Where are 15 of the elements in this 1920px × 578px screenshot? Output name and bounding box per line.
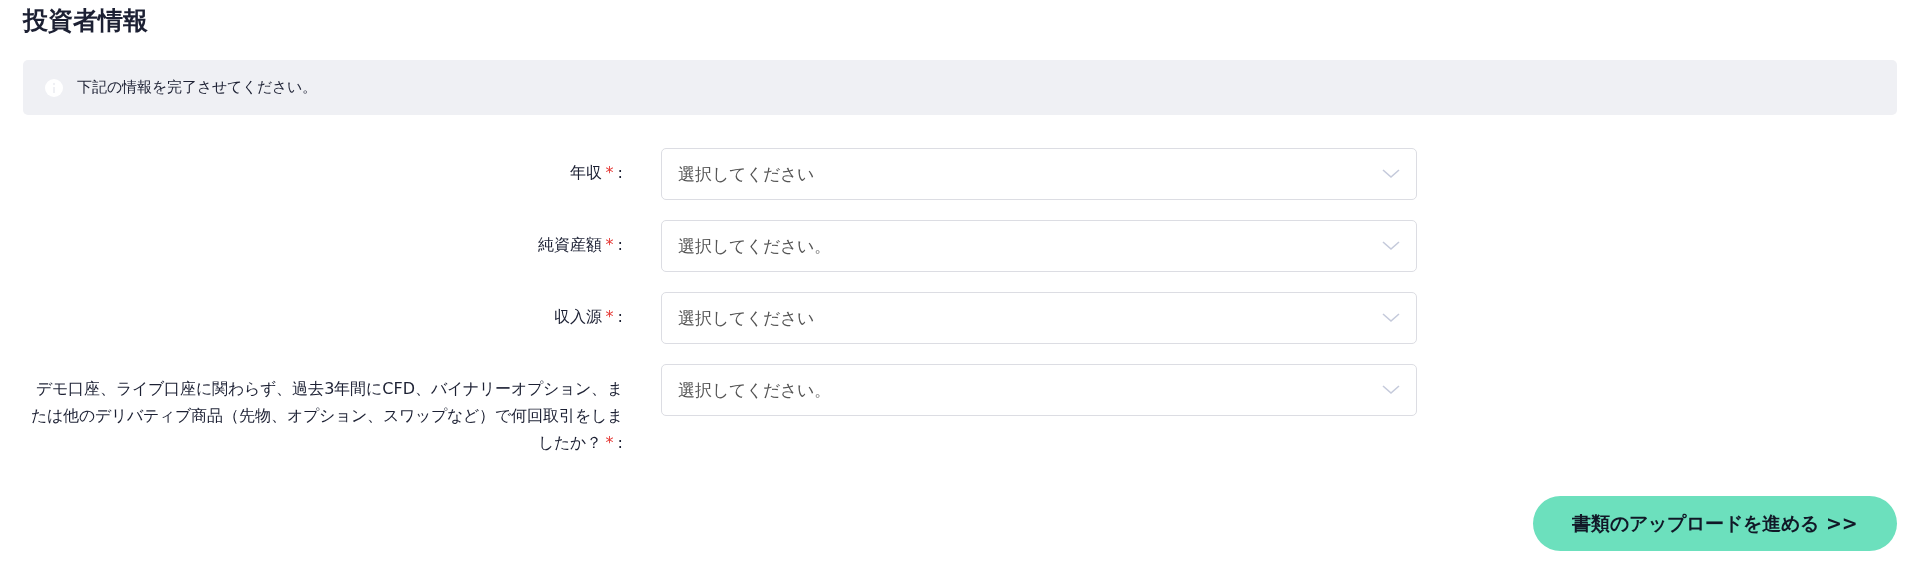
chevron-down-icon bbox=[1382, 385, 1400, 395]
select-field[interactable]: 選択してください。 bbox=[661, 220, 1417, 272]
chevron-down-icon bbox=[1382, 313, 1400, 323]
next-button[interactable]: 書類のアップロードを進める >> bbox=[1533, 496, 1897, 551]
info-text: 下記の情報を完了させてください。 bbox=[77, 78, 317, 97]
select-field[interactable]: 選択してください。 bbox=[661, 364, 1417, 416]
select-field[interactable]: 選択してください bbox=[661, 148, 1417, 200]
page-title: 投資者情報 bbox=[23, 5, 149, 37]
chevron-down-icon bbox=[1382, 241, 1400, 251]
chevron-down-icon bbox=[1382, 169, 1400, 179]
field-label: デモ口座、ライブ口座に関わらず、過去3年間にCFD、バイナリーオプション、または他のデリバティブ商品（先物、オプション、スワップなど）で何回取引をしましたか？ * : bbox=[30, 378, 623, 454]
select-field[interactable]: 選択してください bbox=[661, 292, 1417, 344]
field-label: 純資産額 * : bbox=[536, 234, 623, 256]
field-label: 収入源 * : bbox=[552, 306, 623, 328]
field-label: 年収 * : bbox=[568, 162, 623, 184]
